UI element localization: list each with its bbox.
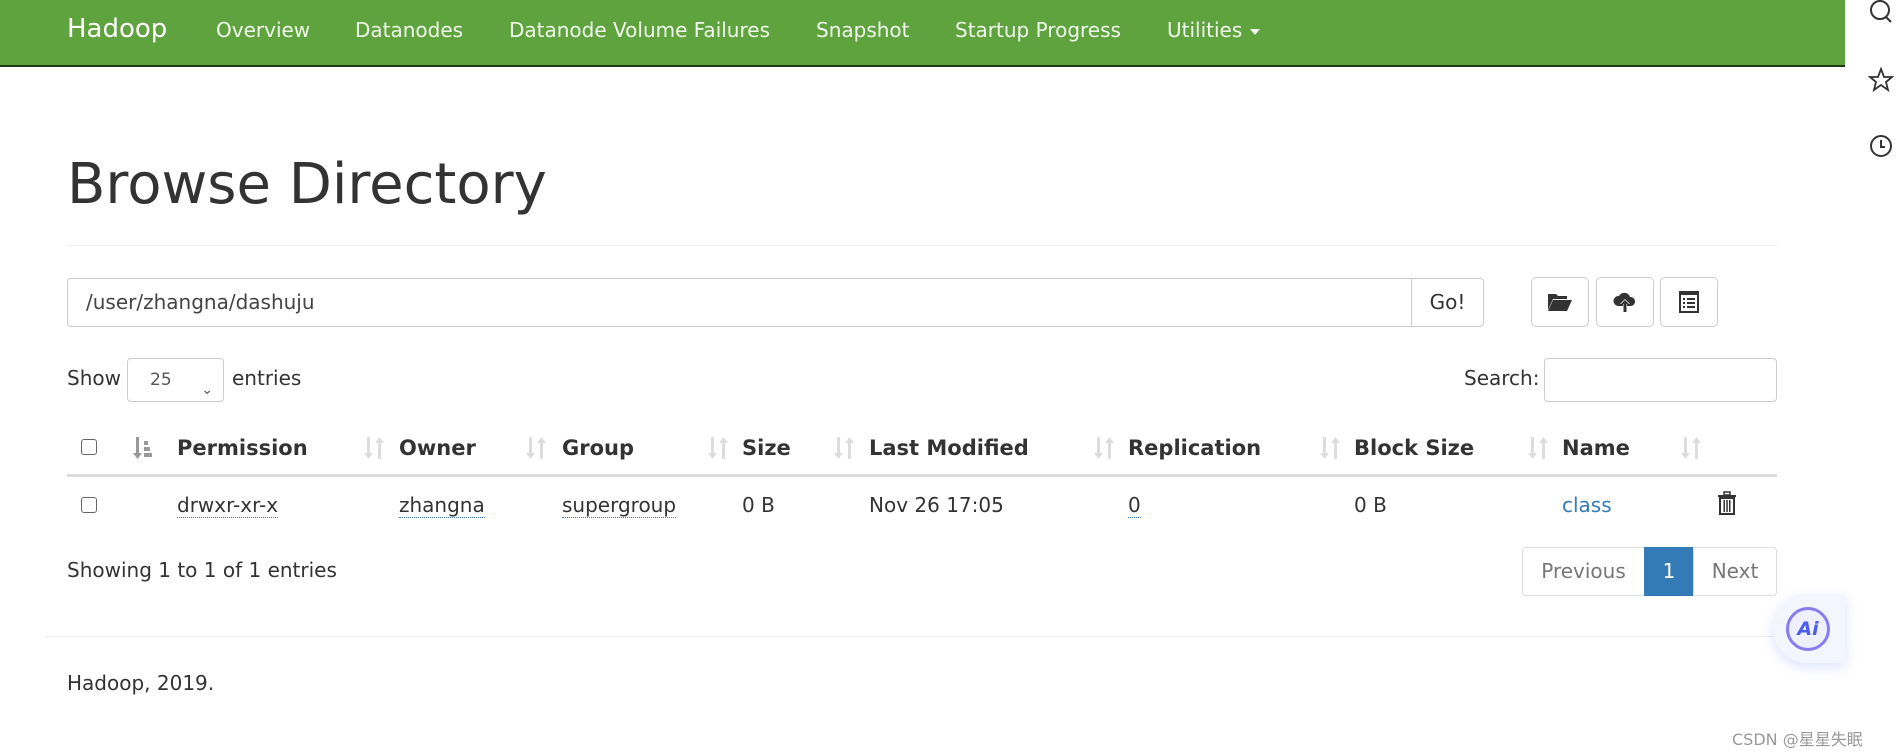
nav-datanodes[interactable]: Datanodes [355,18,463,42]
path-input[interactable]: /user/zhangna/dashuju [67,278,1412,327]
watermark: CSDN @星星失眠 [1732,730,1863,749]
cell-name-link[interactable]: class [1562,493,1612,517]
column-owner[interactable]: Owner [399,436,476,460]
show-label: Show [67,366,121,390]
cell-last-modified: Nov 26 17:05 [869,493,1004,517]
row-checkbox[interactable] [81,497,97,513]
upload-button[interactable] [1596,277,1654,327]
column-last-modified[interactable]: Last Modified [869,436,1029,460]
trash-icon[interactable] [1717,491,1737,515]
column-group[interactable]: Group [562,436,634,460]
column-size[interactable]: Size [742,436,791,460]
ai-icon: Ai [1786,607,1830,651]
sort-both-icon[interactable] [1319,435,1341,461]
nav-utilities-label: Utilities [1167,18,1243,42]
entries-label: entries [232,366,302,390]
table-header-border [67,474,1777,477]
pagination-previous[interactable]: Previous [1522,547,1645,596]
cloud-upload-icon [1613,292,1636,312]
column-permission[interactable]: Permission [177,436,308,460]
sort-both-icon[interactable] [1680,435,1702,461]
search-icon[interactable] [1868,0,1894,26]
column-name[interactable]: Name [1562,436,1630,460]
title-divider [67,245,1777,246]
cell-replication[interactable]: 0 [1128,493,1141,518]
sort-both-icon[interactable] [1093,435,1115,461]
pagination-page-1[interactable]: 1 [1644,547,1694,596]
cell-permission[interactable]: drwxr-xr-x [177,493,279,518]
ai-assistant-button[interactable]: Ai [1773,594,1845,663]
sort-both-icon[interactable] [1527,435,1549,461]
select-all-checkbox[interactable] [81,439,97,455]
brand-link[interactable]: Hadoop [67,14,167,44]
search-input[interactable] [1544,358,1777,402]
chevron-down-icon: ⌄ [201,382,213,398]
nav-utilities[interactable]: Utilities [1167,18,1261,42]
navbar: Hadoop Overview Datanodes Datanode Volum… [0,0,1845,67]
nav-startup-progress[interactable]: Startup Progress [955,18,1121,42]
sort-both-icon[interactable] [833,435,855,461]
star-icon[interactable] [1868,67,1894,93]
cell-size: 0 B [742,493,775,517]
table-info: Showing 1 to 1 of 1 entries [67,558,337,582]
caret-down-icon [1250,28,1261,35]
history-icon[interactable] [1868,133,1894,159]
column-block-size[interactable]: Block Size [1354,436,1474,460]
sort-both-icon[interactable] [363,435,385,461]
cut-paste-list-button[interactable] [1660,277,1718,327]
nav-datanode-volume-failures[interactable]: Datanode Volume Failures [509,18,770,42]
go-button[interactable]: Go! [1411,278,1484,327]
sort-both-icon[interactable] [525,435,547,461]
folder-open-icon [1548,294,1572,311]
page-title: Browse Directory [67,152,547,217]
pagination-next[interactable]: Next [1693,547,1777,596]
cell-block-size: 0 B [1354,493,1387,517]
create-directory-button[interactable] [1531,277,1589,327]
footer-text: Hadoop, 2019. [67,671,215,695]
entries-select[interactable]: 25 ⌄ [127,358,224,402]
sort-both-icon[interactable] [707,435,729,461]
entries-value: 25 [150,370,172,390]
column-replication[interactable]: Replication [1128,436,1261,460]
cell-owner[interactable]: zhangna [399,493,485,518]
list-icon [1679,291,1699,313]
browser-sidebar [1845,0,1902,755]
footer-divider [45,636,1845,637]
search-label: Search: [1464,366,1540,390]
cell-group[interactable]: supergroup [562,493,677,518]
nav-snapshot[interactable]: Snapshot [816,18,910,42]
nav-overview[interactable]: Overview [216,18,310,42]
sort-amount-asc-icon[interactable] [132,435,154,461]
